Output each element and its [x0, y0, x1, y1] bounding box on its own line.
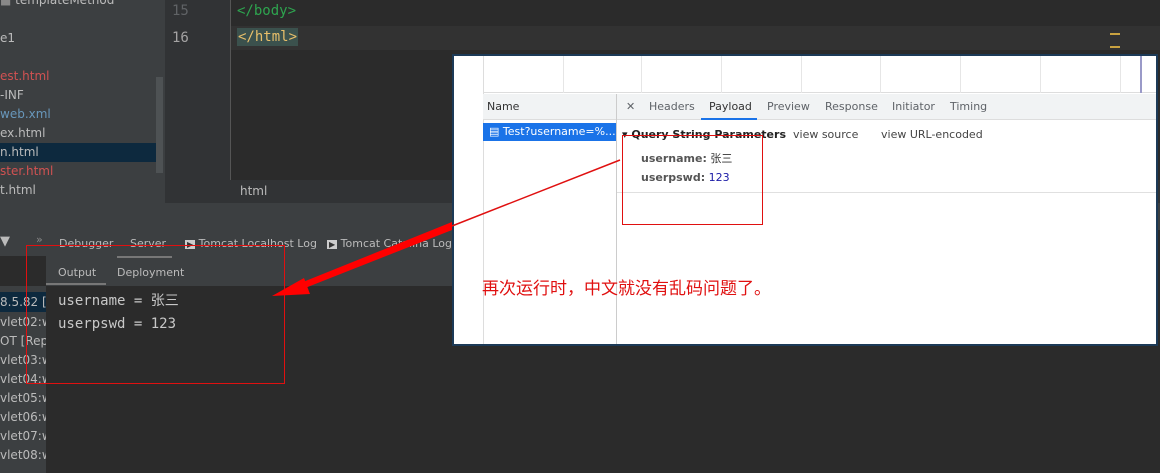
arrow-icon — [272, 159, 621, 296]
